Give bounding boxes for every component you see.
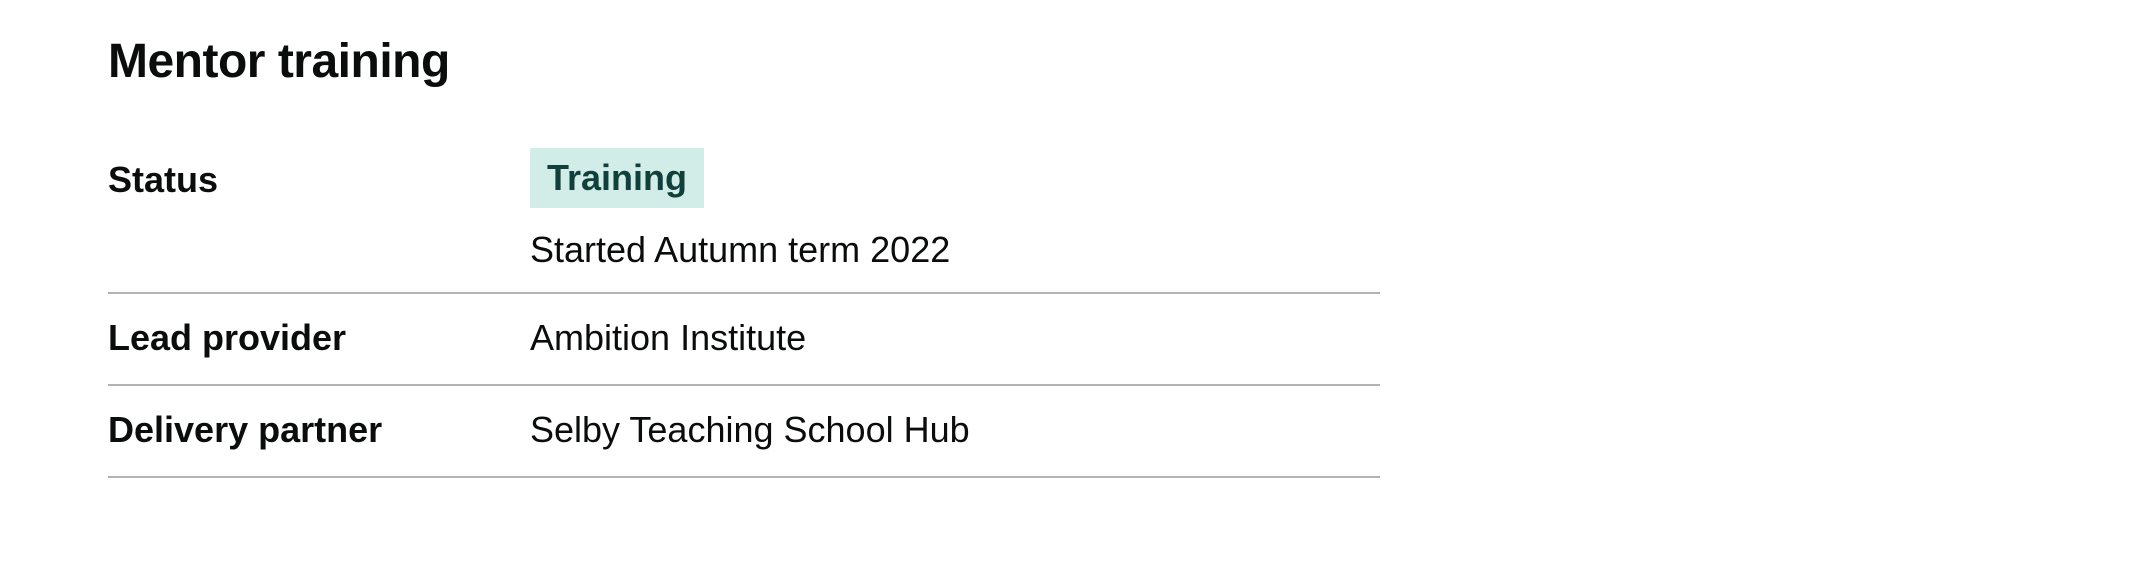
delivery-partner-key: Delivery partner: [108, 409, 383, 450]
summary-row-lead-provider: Lead provider Ambition Institute: [108, 294, 1380, 386]
status-tag: Training: [530, 148, 705, 208]
lead-provider-value: Ambition Institute: [530, 317, 807, 358]
summary-row-status: Status Training Started Autumn term 2022: [108, 146, 1380, 294]
lead-provider-key: Lead provider: [108, 317, 347, 358]
status-note: Started Autumn term 2022: [530, 229, 951, 270]
summary-list: Status Training Started Autumn term 2022…: [108, 146, 1380, 478]
status-key: Status: [108, 159, 219, 200]
summary-row-delivery-partner: Delivery partner Selby Teaching School H…: [108, 386, 1380, 478]
delivery-partner-value: Selby Teaching School Hub: [530, 409, 970, 450]
section-title: Mentor training: [108, 35, 450, 88]
